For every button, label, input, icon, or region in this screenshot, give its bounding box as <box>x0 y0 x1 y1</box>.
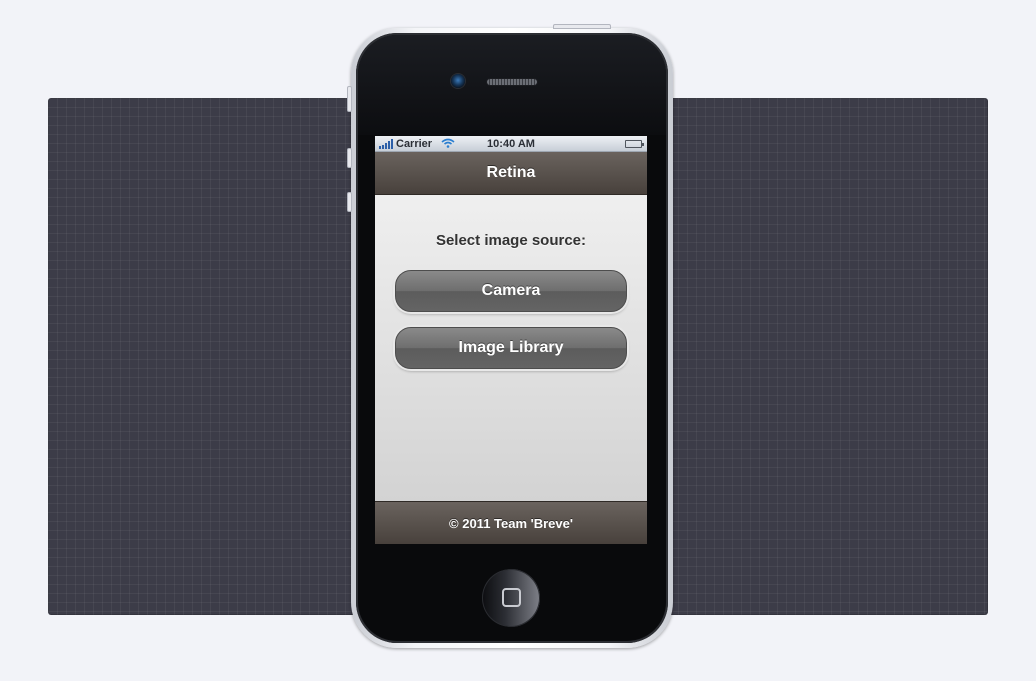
earpiece-speaker-icon <box>487 79 537 85</box>
status-time: 10:40 AM <box>487 137 535 150</box>
home-square-icon <box>502 588 521 607</box>
bezel-glare <box>358 35 666 135</box>
volume-down-button <box>347 192 352 212</box>
image-library-button[interactable]: Image Library <box>395 327 627 369</box>
main-content: Select image source: Camera Image Librar… <box>375 195 647 501</box>
nav-bar: Retina <box>375 152 647 195</box>
camera-button[interactable]: Camera <box>395 270 627 312</box>
volume-up-button <box>347 148 352 168</box>
mute-switch <box>347 86 352 112</box>
battery-icon <box>625 140 644 148</box>
image-library-button-label: Image Library <box>458 339 564 356</box>
select-source-prompt: Select image source: <box>435 232 587 249</box>
front-camera-icon <box>451 74 465 88</box>
copyright-text: © 2011 Team 'Breve' <box>449 515 573 531</box>
footer-bar: © 2011 Team 'Breve' <box>375 501 647 544</box>
page: Carrier 10:40 AM Retina Select image sou… <box>0 0 1036 681</box>
page-title: Retina <box>486 164 536 181</box>
home-button[interactable] <box>482 569 540 627</box>
iphone-frame: Carrier 10:40 AM Retina Select image sou… <box>347 24 673 648</box>
status-bar: Carrier 10:40 AM <box>375 136 647 152</box>
camera-button-label: Camera <box>481 282 541 299</box>
phone-screen: Carrier 10:40 AM Retina Select image sou… <box>375 136 647 544</box>
power-button <box>553 24 611 29</box>
